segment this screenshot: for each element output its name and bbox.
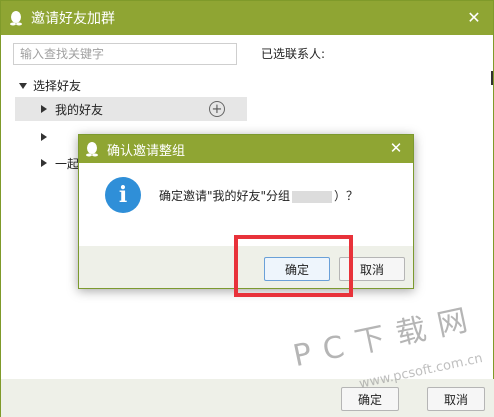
expand-right-icon[interactable] bbox=[41, 159, 47, 167]
main-titlebar: 邀请好友加群 bbox=[1, 1, 493, 35]
dialog-close-icon[interactable]: ✕ bbox=[387, 139, 405, 157]
main-footer bbox=[1, 379, 494, 417]
window-title: 邀请好友加群 bbox=[31, 11, 115, 27]
main-cancel-button[interactable]: 取消 bbox=[427, 387, 485, 411]
dialog-title: 确认邀请整组 bbox=[107, 143, 186, 159]
search-box[interactable] bbox=[13, 43, 237, 65]
group-label: 我的好友 bbox=[55, 102, 104, 117]
message-suffix: ）？ bbox=[334, 189, 359, 203]
divider bbox=[491, 71, 493, 85]
expand-right-icon[interactable] bbox=[41, 133, 47, 141]
qq-penguin-icon bbox=[7, 9, 25, 27]
expand-down-icon[interactable] bbox=[19, 82, 27, 89]
expand-right-icon[interactable] bbox=[41, 105, 47, 113]
tree-root-label: 选择好友 bbox=[33, 79, 82, 93]
group-label: 一起 bbox=[55, 156, 80, 171]
tree-root-select-friends[interactable]: 选择好友 bbox=[19, 77, 81, 94]
search-input[interactable] bbox=[14, 44, 236, 64]
redacted-group-name bbox=[292, 190, 333, 203]
group-row-my-friends[interactable]: 我的好友 + bbox=[15, 97, 247, 121]
qq-penguin-icon bbox=[83, 140, 101, 158]
add-group-icon[interactable]: + bbox=[209, 101, 225, 117]
dialog-message: 确定邀请"我的好友"分组 ）？ bbox=[159, 187, 358, 204]
close-icon[interactable]: ✕ bbox=[465, 8, 483, 27]
message-prefix: 确定邀请"我的好友"分组 bbox=[159, 189, 291, 203]
highlight-box bbox=[234, 235, 353, 297]
selected-contacts-label: 已选联系人: bbox=[261, 47, 326, 61]
dialog-titlebar: 确认邀请整组 bbox=[79, 135, 413, 163]
main-confirm-button[interactable]: 确定 bbox=[341, 387, 399, 411]
info-icon: i bbox=[105, 177, 141, 213]
